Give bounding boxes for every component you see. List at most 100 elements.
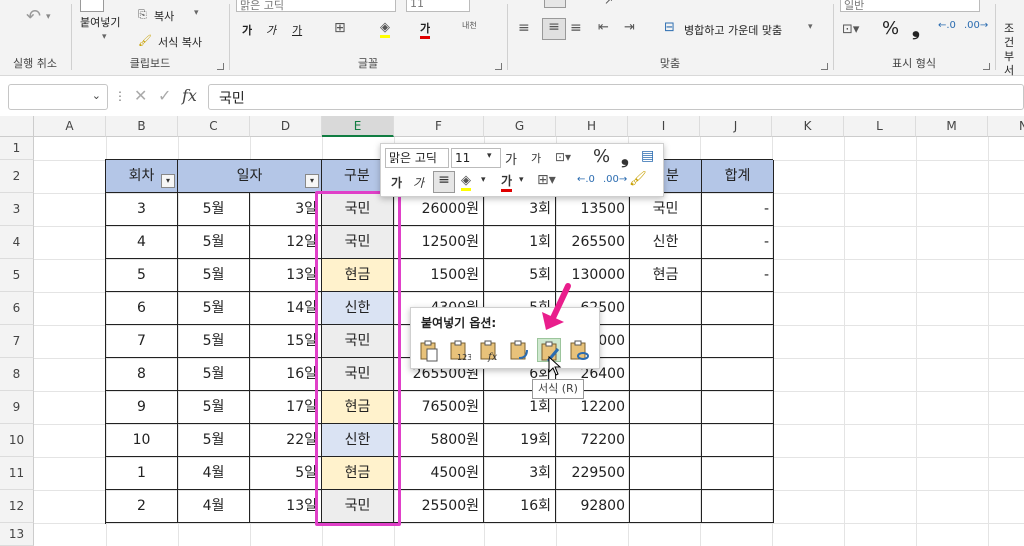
mini-font-combo[interactable]: 맑은 고딕 bbox=[385, 148, 449, 168]
table-cell-day[interactable]: 22일 bbox=[250, 424, 322, 457]
table-cell-type[interactable]: 신한 bbox=[322, 424, 394, 457]
table-cell-day[interactable]: 5일 bbox=[250, 457, 322, 490]
align-right-icon[interactable]: ≡ bbox=[570, 20, 582, 36]
filter-dropdown-icon[interactable]: ▾ bbox=[305, 174, 319, 188]
table-cell-month[interactable]: 5월 bbox=[178, 391, 250, 424]
increase-indent-icon[interactable]: ⇥ bbox=[624, 20, 635, 35]
column-header-a[interactable]: A bbox=[34, 116, 106, 137]
copy-button[interactable]: 복사 bbox=[154, 8, 174, 24]
table-cell-amount[interactable]: 25500원 bbox=[394, 490, 484, 523]
table-cell-j[interactable] bbox=[702, 391, 774, 424]
table-cell-h[interactable]: 229500 bbox=[556, 457, 630, 490]
decrease-decimal-icon[interactable]: .00→ bbox=[964, 20, 988, 31]
table-cell-type[interactable]: 국민 bbox=[322, 193, 394, 226]
chevron-down-icon[interactable]: ▾ bbox=[487, 151, 492, 161]
table-cell-j[interactable] bbox=[702, 358, 774, 391]
table-cell-day[interactable]: 3일 bbox=[250, 193, 322, 226]
select-all-corner[interactable] bbox=[0, 116, 34, 137]
name-box[interactable]: ⌄ bbox=[8, 84, 108, 110]
row-header-13[interactable]: 13 bbox=[0, 523, 34, 546]
align-middle-icon[interactable] bbox=[544, 0, 566, 8]
table-cell-h[interactable]: 13500 bbox=[556, 193, 630, 226]
table-cell-day[interactable]: 12일 bbox=[250, 226, 322, 259]
format-painter-button[interactable]: 서식 복사 bbox=[158, 34, 202, 50]
row-header-9[interactable]: 9 bbox=[0, 391, 34, 424]
table-cell-i[interactable] bbox=[630, 490, 702, 523]
table-cell-h[interactable]: 92800 bbox=[556, 490, 630, 523]
table-cell-day[interactable]: 17일 bbox=[250, 391, 322, 424]
table-cell-count[interactable]: 1회 bbox=[484, 226, 556, 259]
table-cell-j[interactable]: - bbox=[702, 193, 774, 226]
table-cell-type[interactable]: 현금 bbox=[322, 259, 394, 292]
table-cell-type[interactable]: 국민 bbox=[322, 358, 394, 391]
table-cell-day[interactable]: 15일 bbox=[250, 325, 322, 358]
fill-color-icon[interactable]: ◈ bbox=[380, 20, 390, 38]
table-cell-day[interactable]: 16일 bbox=[250, 358, 322, 391]
table-cell-i[interactable] bbox=[630, 391, 702, 424]
table-cell-month[interactable]: 4월 bbox=[178, 490, 250, 523]
table-cell-month[interactable]: 5월 bbox=[178, 358, 250, 391]
font-name-combo[interactable]: 맑은 고딕 bbox=[236, 0, 396, 12]
format-painter-icon[interactable]: 🖌 bbox=[629, 171, 647, 187]
table-cell-month[interactable]: 5월 bbox=[178, 292, 250, 325]
row-header-1[interactable]: 1 bbox=[0, 137, 34, 160]
table-cell-month[interactable]: 5월 bbox=[178, 424, 250, 457]
mini-percent-button[interactable]: % bbox=[593, 146, 610, 167]
table-cell-i[interactable] bbox=[630, 457, 702, 490]
table-cell-type[interactable]: 국민 bbox=[322, 490, 394, 523]
table-cell-round[interactable]: 5 bbox=[106, 259, 178, 292]
borders-icon[interactable]: ⊞▾ bbox=[537, 172, 556, 188]
table-cell-i[interactable] bbox=[630, 325, 702, 358]
table-cell-round[interactable]: 9 bbox=[106, 391, 178, 424]
table-cell-h[interactable]: 72200 bbox=[556, 424, 630, 457]
column-header-g[interactable]: G bbox=[484, 116, 556, 137]
table-cell-j[interactable]: - bbox=[702, 226, 774, 259]
table-cell-round[interactable]: 1 bbox=[106, 457, 178, 490]
header-cell-round[interactable]: 회차 ▾ bbox=[106, 160, 178, 193]
accounting-format-icon[interactable]: ⊡▾ bbox=[555, 150, 571, 164]
chevron-down-icon[interactable]: ⌄ bbox=[92, 89, 101, 102]
table-cell-j[interactable] bbox=[702, 292, 774, 325]
table-cell-i[interactable]: 신한 bbox=[630, 226, 702, 259]
table-cell-i[interactable] bbox=[630, 358, 702, 391]
table-cell-amount[interactable]: 12500원 bbox=[394, 226, 484, 259]
header-cell-date[interactable]: 일자 ▾ bbox=[178, 160, 322, 193]
undo-dropdown-icon[interactable]: ▾ bbox=[46, 12, 51, 22]
number-format-combo[interactable]: 일반 bbox=[840, 0, 980, 12]
align-center-icon[interactable]: ≡ bbox=[542, 18, 566, 40]
table-cell-day[interactable]: 13일 bbox=[250, 490, 322, 523]
mini-italic-button[interactable]: 가 bbox=[413, 174, 424, 191]
borders-icon[interactable]: ⊞ bbox=[334, 20, 346, 36]
row-header-8[interactable]: 8 bbox=[0, 358, 34, 391]
italic-button[interactable]: 가 bbox=[266, 22, 276, 38]
table-cell-amount[interactable]: 76500원 bbox=[394, 391, 484, 424]
column-header-e[interactable]: E bbox=[322, 116, 394, 137]
paste-icon[interactable] bbox=[80, 0, 104, 12]
column-header-c[interactable]: C bbox=[178, 116, 250, 137]
table-cell-round[interactable]: 3 bbox=[106, 193, 178, 226]
table-cell-count[interactable]: 3회 bbox=[484, 457, 556, 490]
column-header-m[interactable]: M bbox=[916, 116, 988, 137]
mini-comma-button[interactable]: ❟ bbox=[621, 144, 629, 168]
table-cell-month[interactable]: 5월 bbox=[178, 193, 250, 226]
accounting-format-icon[interactable]: ⊡▾ bbox=[842, 22, 859, 37]
header-cell-total[interactable]: 합계 bbox=[702, 160, 774, 193]
copy-icon[interactable]: ⎘ bbox=[138, 8, 147, 22]
table-cell-j[interactable] bbox=[702, 490, 774, 523]
table-cell-round[interactable]: 4 bbox=[106, 226, 178, 259]
font-color-icon[interactable]: 가 bbox=[501, 172, 513, 192]
row-header-10[interactable]: 10 bbox=[0, 424, 34, 457]
align-center-icon[interactable]: ≡ bbox=[433, 171, 455, 193]
wrap-text-icon[interactable]: ▤ bbox=[641, 148, 654, 164]
column-header-k[interactable]: K bbox=[772, 116, 844, 137]
font-color-button[interactable]: 가 bbox=[420, 20, 431, 39]
table-cell-i[interactable]: 현금 bbox=[630, 259, 702, 292]
table-cell-day[interactable]: 13일 bbox=[250, 259, 322, 292]
chevron-down-icon[interactable]: ▾ bbox=[481, 175, 486, 185]
column-header-n[interactable]: N bbox=[988, 116, 1024, 137]
table-cell-h[interactable]: 265500 bbox=[556, 226, 630, 259]
merge-center-button[interactable]: 병합하고 가운데 맞춤 bbox=[684, 22, 782, 38]
row-header-7[interactable]: 7 bbox=[0, 325, 34, 358]
column-header-i[interactable]: I bbox=[628, 116, 700, 137]
paste-dropdown-icon[interactable]: ▾ bbox=[102, 32, 107, 42]
